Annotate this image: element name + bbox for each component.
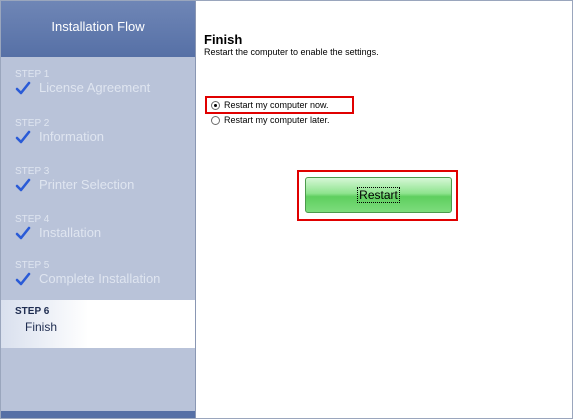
restart-later-label[interactable]: Restart my computer later. <box>224 115 330 125</box>
checkmark-icon <box>15 130 31 144</box>
step-number: STEP 1 <box>15 69 50 80</box>
restart-later-radio[interactable] <box>211 115 220 125</box>
step-label: Printer Selection <box>39 177 135 192</box>
installation-flow-sidebar: Installation Flow STEP 1 License Agreeme… <box>1 1 196 418</box>
step-complete-installation: STEP 5 Complete Installation <box>1 258 195 302</box>
page-subtitle: Restart the computer to enable the setti… <box>204 47 379 57</box>
restart-now-radio[interactable] <box>211 100 220 110</box>
restart-now-option[interactable]: Restart my computer now. <box>211 99 329 111</box>
step-information: STEP 2 Information <box>1 116 195 160</box>
step-printer-selection: STEP 3 Printer Selection <box>1 164 195 208</box>
step-number: STEP 6 <box>15 306 50 317</box>
step-number: STEP 4 <box>15 214 50 225</box>
step-finish-current: STEP 6 Finish <box>1 300 195 348</box>
checkmark-icon <box>15 226 31 240</box>
step-license-agreement: STEP 1 License Agreement <box>1 67 195 111</box>
installer-window: Installation Flow STEP 1 License Agreeme… <box>0 0 573 419</box>
step-label: Complete Installation <box>39 271 161 286</box>
step-number: STEP 2 <box>15 118 50 129</box>
checkmark-icon <box>15 272 31 286</box>
step-number: STEP 3 <box>15 166 50 177</box>
step-label: Information <box>39 129 105 144</box>
sidebar-title: Installation Flow <box>51 18 145 34</box>
step-label: Finish <box>25 320 58 334</box>
restart-button-label: Restart <box>357 187 400 203</box>
checkmark-icon <box>15 178 31 192</box>
checkmark-icon <box>15 81 31 95</box>
step-number: STEP 5 <box>15 260 50 271</box>
restart-now-label[interactable]: Restart my computer now. <box>224 100 329 110</box>
sidebar-header: Installation Flow <box>1 1 195 57</box>
sidebar-footer <box>1 411 195 418</box>
step-label: Installation <box>39 225 102 240</box>
step-label: License Agreement <box>39 80 151 95</box>
restart-later-option[interactable]: Restart my computer later. <box>211 114 330 126</box>
restart-button[interactable]: Restart <box>305 177 452 213</box>
page-title: Finish <box>204 32 243 47</box>
step-installation: STEP 4 Installation <box>1 212 195 256</box>
